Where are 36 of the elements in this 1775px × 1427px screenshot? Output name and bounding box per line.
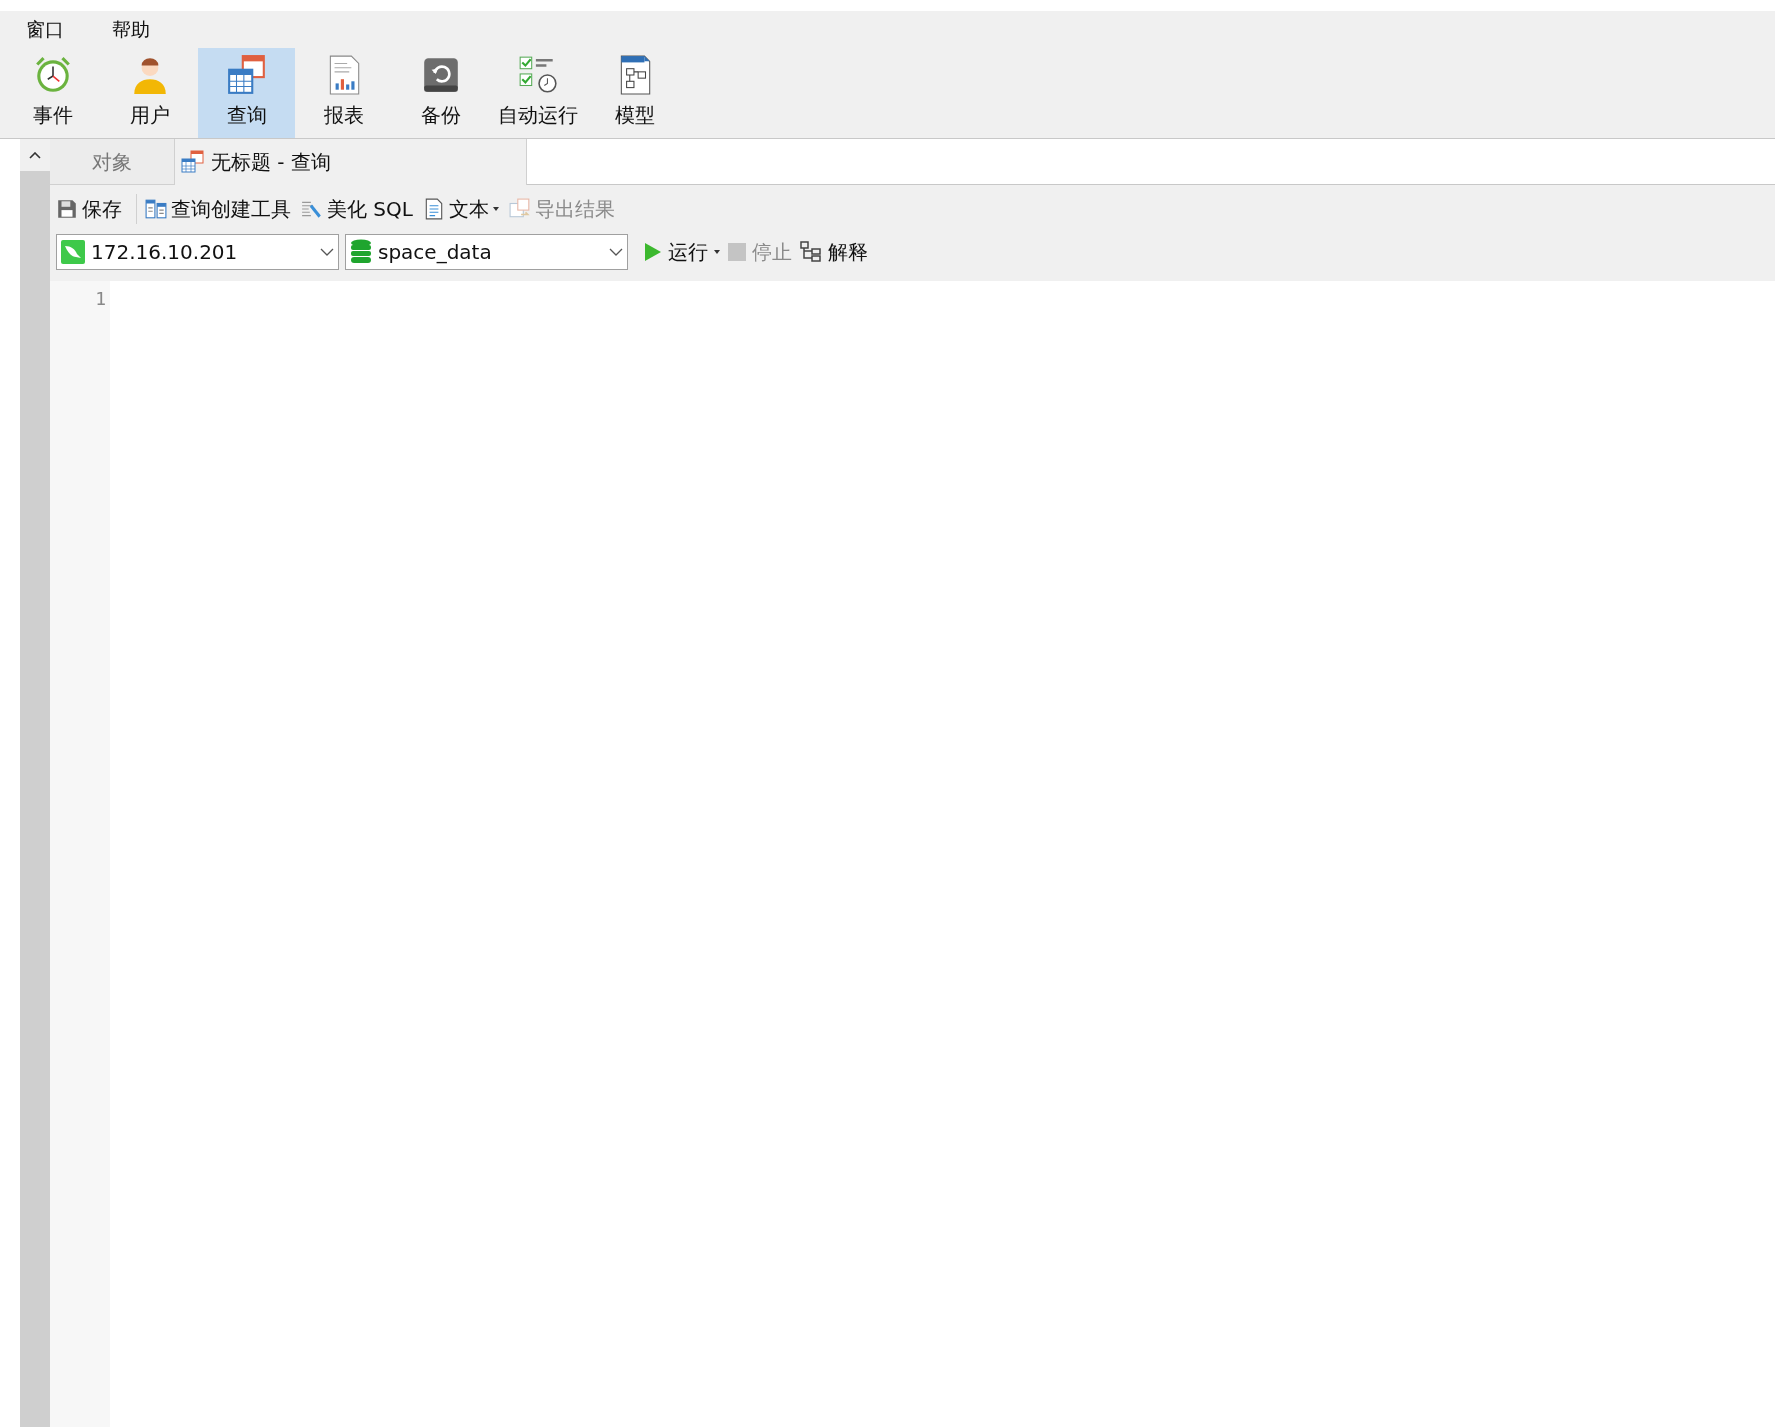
export-icon [508,198,531,220]
database-icon [350,239,372,265]
collapse-button[interactable] [20,139,50,171]
tab[interactable]: 对象 [50,139,175,185]
stop-icon [728,243,746,261]
run-control-button[interactable]: 运行 [642,236,722,268]
caret-icon [492,207,499,211]
chevron-down-icon [609,248,623,256]
line-number: 1 [95,287,106,311]
database-dropdown[interactable]: space_data [345,234,628,270]
ribbon-button[interactable]: 事件 [4,48,101,138]
save-icon [56,198,78,220]
caret-icon [714,250,720,254]
ribbon-button[interactable]: 模型 [586,48,683,138]
menu-item[interactable]: 窗口 [22,15,68,44]
ribbon-button[interactable]: 备份 [392,48,489,138]
toolbar-button[interactable]: 保存 [54,193,124,225]
connection-icon [61,240,85,264]
run-control-button[interactable]: 解释 [798,236,870,268]
play-icon [644,242,662,262]
ribbon-button[interactable]: 用户 [101,48,198,138]
toolbar-button[interactable]: 查询创建工具 [143,193,293,225]
table-icon [225,54,268,96]
ribbon-button[interactable]: 自动运行 [489,48,586,138]
tab[interactable]: 无标题 - 查询 [175,139,527,185]
connection-dropdown[interactable]: 172.16.10.201 [56,234,339,270]
menu-item[interactable]: 帮助 [108,15,154,44]
ribbon-button[interactable]: 查询 [198,48,295,138]
toolbar-button[interactable]: 文本 [420,193,501,225]
table-icon [181,150,205,174]
query-builder-icon [145,198,167,220]
explain-tree-icon [800,241,822,263]
toolbar-button[interactable]: 美化 SQL [299,193,415,225]
ribbon-button[interactable]: 报表 [295,48,392,138]
chevron-up-icon [29,151,41,159]
chevron-down-icon [320,248,334,256]
